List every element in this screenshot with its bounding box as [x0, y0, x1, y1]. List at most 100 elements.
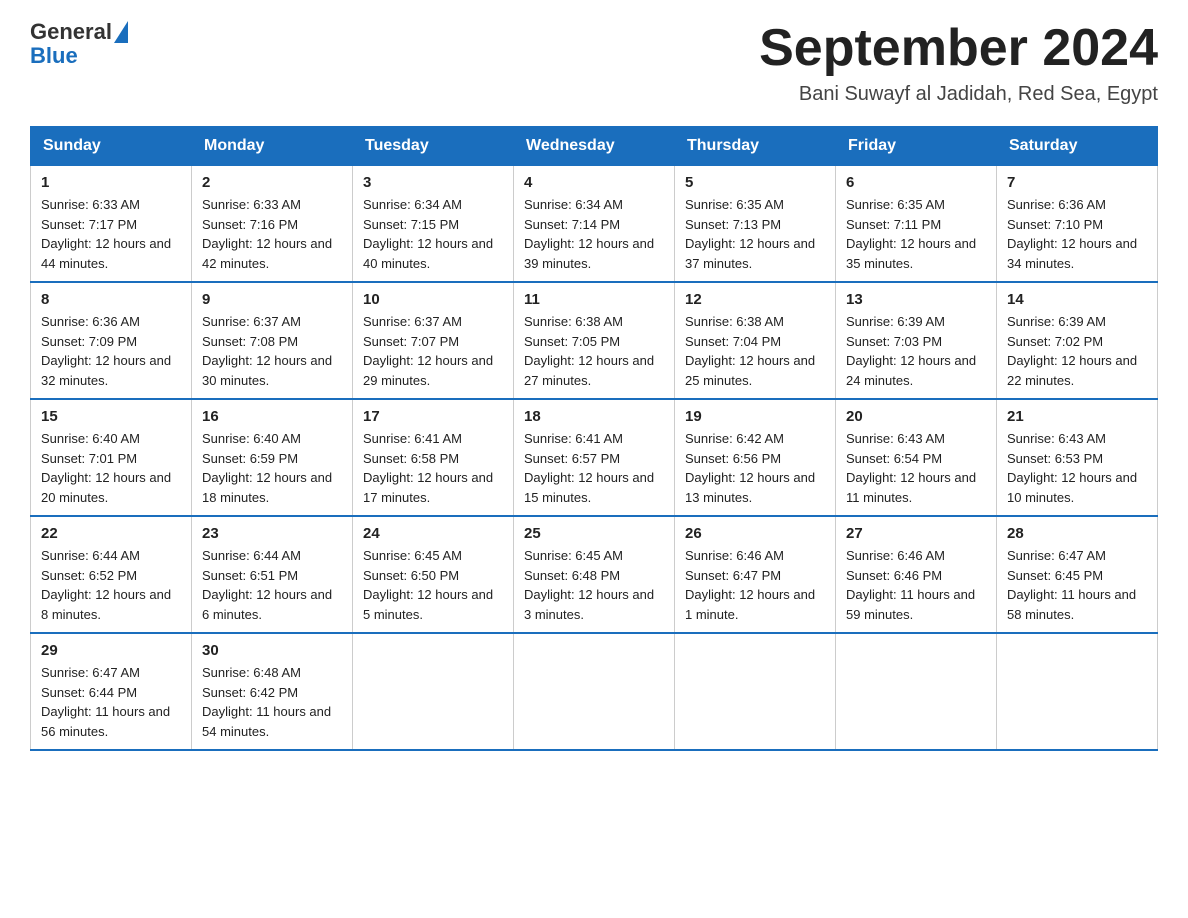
day-number: 6: [846, 174, 986, 191]
logo-triangle-icon: [114, 21, 128, 43]
calendar-cell: 2 Sunrise: 6:33 AMSunset: 7:16 PMDayligh…: [192, 166, 353, 283]
days-header-row: Sunday Monday Tuesday Wednesday Thursday…: [31, 127, 1158, 166]
title-block: September 2024 Bani Suwayf al Jadidah, R…: [759, 20, 1158, 106]
day-info: Sunrise: 6:35 AMSunset: 7:11 PMDaylight:…: [846, 195, 986, 273]
calendar-cell: 16 Sunrise: 6:40 AMSunset: 6:59 PMDaylig…: [192, 399, 353, 516]
calendar-cell: [514, 633, 675, 750]
day-info: Sunrise: 6:41 AMSunset: 6:58 PMDaylight:…: [363, 429, 503, 507]
calendar-subtitle: Bani Suwayf al Jadidah, Red Sea, Egypt: [759, 83, 1158, 106]
day-info: Sunrise: 6:48 AMSunset: 6:42 PMDaylight:…: [202, 663, 342, 741]
day-number: 20: [846, 408, 986, 425]
calendar-cell: 18 Sunrise: 6:41 AMSunset: 6:57 PMDaylig…: [514, 399, 675, 516]
header-tuesday: Tuesday: [353, 127, 514, 166]
day-number: 19: [685, 408, 825, 425]
day-info: Sunrise: 6:46 AMSunset: 6:47 PMDaylight:…: [685, 546, 825, 624]
calendar-title: September 2024: [759, 20, 1158, 77]
logo-text-general: General: [30, 20, 112, 44]
day-number: 5: [685, 174, 825, 191]
calendar-cell: 29 Sunrise: 6:47 AMSunset: 6:44 PMDaylig…: [31, 633, 192, 750]
calendar-cell: 30 Sunrise: 6:48 AMSunset: 6:42 PMDaylig…: [192, 633, 353, 750]
day-number: 11: [524, 291, 664, 308]
day-info: Sunrise: 6:35 AMSunset: 7:13 PMDaylight:…: [685, 195, 825, 273]
calendar-cell: [836, 633, 997, 750]
day-info: Sunrise: 6:46 AMSunset: 6:46 PMDaylight:…: [846, 546, 986, 624]
day-info: Sunrise: 6:34 AMSunset: 7:14 PMDaylight:…: [524, 195, 664, 273]
logo: General Blue: [30, 20, 128, 68]
day-info: Sunrise: 6:44 AMSunset: 6:52 PMDaylight:…: [41, 546, 181, 624]
day-info: Sunrise: 6:37 AMSunset: 7:08 PMDaylight:…: [202, 312, 342, 390]
day-number: 30: [202, 642, 342, 659]
week-row-4: 22 Sunrise: 6:44 AMSunset: 6:52 PMDaylig…: [31, 516, 1158, 633]
calendar-cell: 28 Sunrise: 6:47 AMSunset: 6:45 PMDaylig…: [997, 516, 1158, 633]
calendar-cell: 1 Sunrise: 6:33 AMSunset: 7:17 PMDayligh…: [31, 166, 192, 283]
calendar-cell: 10 Sunrise: 6:37 AMSunset: 7:07 PMDaylig…: [353, 282, 514, 399]
calendar-cell: 23 Sunrise: 6:44 AMSunset: 6:51 PMDaylig…: [192, 516, 353, 633]
day-info: Sunrise: 6:39 AMSunset: 7:03 PMDaylight:…: [846, 312, 986, 390]
day-number: 2: [202, 174, 342, 191]
week-row-3: 15 Sunrise: 6:40 AMSunset: 7:01 PMDaylig…: [31, 399, 1158, 516]
day-number: 28: [1007, 525, 1147, 542]
day-info: Sunrise: 6:33 AMSunset: 7:17 PMDaylight:…: [41, 195, 181, 273]
day-info: Sunrise: 6:38 AMSunset: 7:05 PMDaylight:…: [524, 312, 664, 390]
day-number: 9: [202, 291, 342, 308]
day-info: Sunrise: 6:39 AMSunset: 7:02 PMDaylight:…: [1007, 312, 1147, 390]
day-number: 16: [202, 408, 342, 425]
calendar-cell: 14 Sunrise: 6:39 AMSunset: 7:02 PMDaylig…: [997, 282, 1158, 399]
calendar-cell: 20 Sunrise: 6:43 AMSunset: 6:54 PMDaylig…: [836, 399, 997, 516]
header-sunday: Sunday: [31, 127, 192, 166]
day-info: Sunrise: 6:33 AMSunset: 7:16 PMDaylight:…: [202, 195, 342, 273]
day-number: 23: [202, 525, 342, 542]
calendar-cell: 4 Sunrise: 6:34 AMSunset: 7:14 PMDayligh…: [514, 166, 675, 283]
week-row-2: 8 Sunrise: 6:36 AMSunset: 7:09 PMDayligh…: [31, 282, 1158, 399]
day-number: 10: [363, 291, 503, 308]
day-info: Sunrise: 6:45 AMSunset: 6:48 PMDaylight:…: [524, 546, 664, 624]
day-info: Sunrise: 6:43 AMSunset: 6:53 PMDaylight:…: [1007, 429, 1147, 507]
calendar-cell: 26 Sunrise: 6:46 AMSunset: 6:47 PMDaylig…: [675, 516, 836, 633]
day-info: Sunrise: 6:38 AMSunset: 7:04 PMDaylight:…: [685, 312, 825, 390]
day-number: 21: [1007, 408, 1147, 425]
day-number: 4: [524, 174, 664, 191]
header-monday: Monday: [192, 127, 353, 166]
day-info: Sunrise: 6:41 AMSunset: 6:57 PMDaylight:…: [524, 429, 664, 507]
header-wednesday: Wednesday: [514, 127, 675, 166]
calendar-cell: 6 Sunrise: 6:35 AMSunset: 7:11 PMDayligh…: [836, 166, 997, 283]
day-info: Sunrise: 6:40 AMSunset: 7:01 PMDaylight:…: [41, 429, 181, 507]
header-saturday: Saturday: [997, 127, 1158, 166]
day-number: 3: [363, 174, 503, 191]
day-number: 25: [524, 525, 664, 542]
day-info: Sunrise: 6:42 AMSunset: 6:56 PMDaylight:…: [685, 429, 825, 507]
calendar-cell: 17 Sunrise: 6:41 AMSunset: 6:58 PMDaylig…: [353, 399, 514, 516]
calendar-cell: 9 Sunrise: 6:37 AMSunset: 7:08 PMDayligh…: [192, 282, 353, 399]
week-row-5: 29 Sunrise: 6:47 AMSunset: 6:44 PMDaylig…: [31, 633, 1158, 750]
calendar-cell: 13 Sunrise: 6:39 AMSunset: 7:03 PMDaylig…: [836, 282, 997, 399]
calendar-table: Sunday Monday Tuesday Wednesday Thursday…: [30, 126, 1158, 751]
day-info: Sunrise: 6:44 AMSunset: 6:51 PMDaylight:…: [202, 546, 342, 624]
calendar-cell: [353, 633, 514, 750]
calendar-cell: 11 Sunrise: 6:38 AMSunset: 7:05 PMDaylig…: [514, 282, 675, 399]
calendar-cell: [675, 633, 836, 750]
day-info: Sunrise: 6:45 AMSunset: 6:50 PMDaylight:…: [363, 546, 503, 624]
day-number: 13: [846, 291, 986, 308]
day-number: 24: [363, 525, 503, 542]
calendar-cell: 8 Sunrise: 6:36 AMSunset: 7:09 PMDayligh…: [31, 282, 192, 399]
week-row-1: 1 Sunrise: 6:33 AMSunset: 7:17 PMDayligh…: [31, 166, 1158, 283]
header-thursday: Thursday: [675, 127, 836, 166]
day-info: Sunrise: 6:34 AMSunset: 7:15 PMDaylight:…: [363, 195, 503, 273]
calendar-cell: 5 Sunrise: 6:35 AMSunset: 7:13 PMDayligh…: [675, 166, 836, 283]
day-number: 1: [41, 174, 181, 191]
day-number: 15: [41, 408, 181, 425]
day-number: 12: [685, 291, 825, 308]
calendar-cell: 25 Sunrise: 6:45 AMSunset: 6:48 PMDaylig…: [514, 516, 675, 633]
day-number: 7: [1007, 174, 1147, 191]
day-number: 14: [1007, 291, 1147, 308]
calendar-cell: 19 Sunrise: 6:42 AMSunset: 6:56 PMDaylig…: [675, 399, 836, 516]
day-info: Sunrise: 6:47 AMSunset: 6:44 PMDaylight:…: [41, 663, 181, 741]
day-info: Sunrise: 6:36 AMSunset: 7:10 PMDaylight:…: [1007, 195, 1147, 273]
calendar-cell: 22 Sunrise: 6:44 AMSunset: 6:52 PMDaylig…: [31, 516, 192, 633]
calendar-cell: 21 Sunrise: 6:43 AMSunset: 6:53 PMDaylig…: [997, 399, 1158, 516]
day-number: 8: [41, 291, 181, 308]
day-info: Sunrise: 6:36 AMSunset: 7:09 PMDaylight:…: [41, 312, 181, 390]
day-number: 26: [685, 525, 825, 542]
calendar-cell: 15 Sunrise: 6:40 AMSunset: 7:01 PMDaylig…: [31, 399, 192, 516]
logo-text-blue: Blue: [30, 43, 78, 68]
